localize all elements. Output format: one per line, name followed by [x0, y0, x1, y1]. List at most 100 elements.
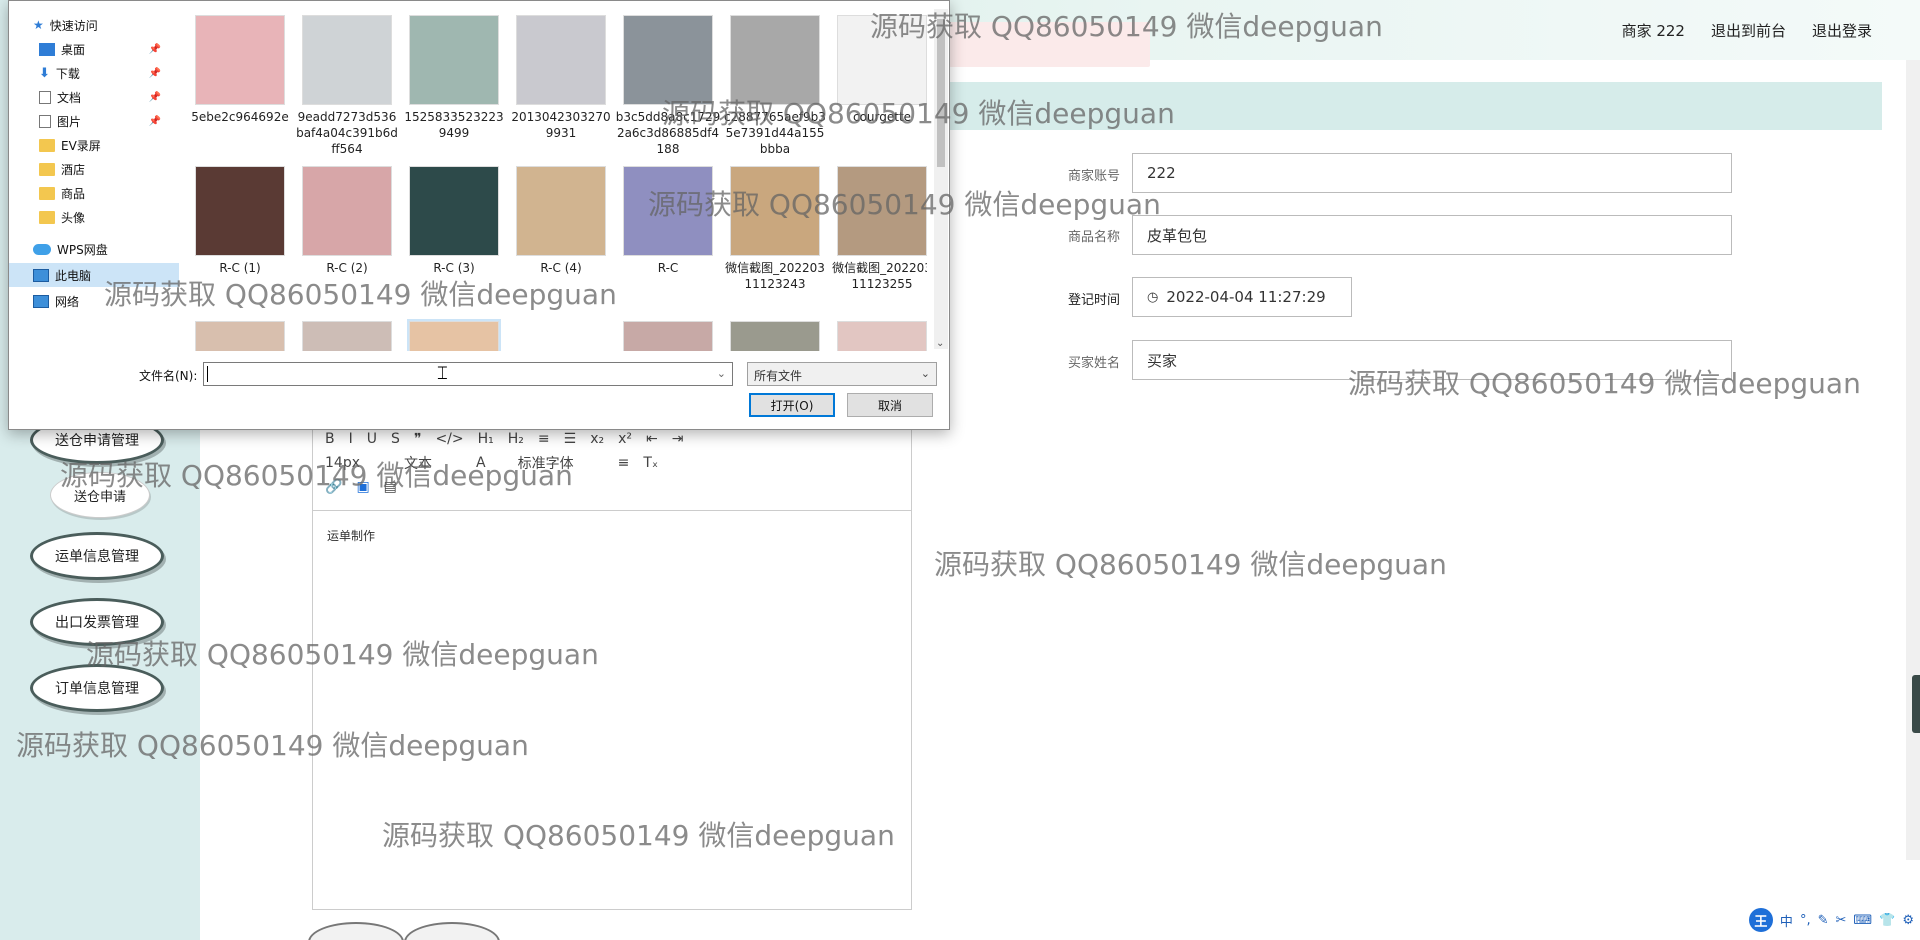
- file-thumbnail[interactable]: [302, 321, 392, 351]
- folder-icon: [39, 162, 55, 176]
- bullet-list-icon[interactable]: ☰: [564, 431, 577, 447]
- nav-item-8[interactable]: 头像: [9, 205, 179, 229]
- folder-icon: [39, 186, 55, 200]
- ime-scissors-icon[interactable]: ✂: [1835, 913, 1846, 928]
- star-icon: ★: [33, 18, 44, 32]
- clear-format-icon[interactable]: Tₓ: [643, 455, 658, 471]
- ime-toolbar: 王 中 °, ✎ ✂ ⌨ 👕 ⚙: [1748, 908, 1914, 932]
- file-item[interactable]: R-C (4): [508, 166, 614, 276]
- editor-toolbar-row-1: B I U S ❞ </> H₁ H₂ ≡ ☰ x₂ x² ⇤ ⇥: [325, 427, 899, 451]
- register-time-field[interactable]: ◷ 2022-04-04 11:27:29: [1132, 277, 1352, 317]
- file-thumbnail: [302, 166, 392, 256]
- merchant-account-field[interactable]: 222: [1132, 153, 1732, 193]
- watermark: 源码获取 QQ86050149 微信deepguan: [662, 97, 1175, 130]
- nav-item-label: 桌面: [61, 42, 86, 57]
- ime-mode-icon[interactable]: 中: [1780, 911, 1793, 930]
- outdent-icon[interactable]: ⇤: [646, 431, 658, 447]
- cancel-button[interactable]: 取消: [847, 393, 933, 417]
- file-item[interactable]: 20130423032709931: [508, 15, 614, 141]
- file-thumbnail[interactable]: [195, 321, 285, 351]
- desktop-icon: [39, 42, 55, 56]
- logout-link[interactable]: 退出登录: [1812, 20, 1872, 41]
- product-name-field[interactable]: 皮革包包: [1132, 215, 1732, 255]
- h1-icon[interactable]: H₁: [478, 431, 494, 447]
- ime-skin-icon[interactable]: 👕: [1879, 913, 1895, 928]
- editor-content[interactable]: 运单制作: [313, 511, 911, 560]
- chevron-down-icon[interactable]: ⌄: [717, 367, 726, 380]
- side-tab-handle[interactable]: [1912, 675, 1920, 733]
- subscript-icon[interactable]: x₂: [590, 431, 604, 447]
- file-thumbnail[interactable]: [837, 321, 927, 351]
- page-scrollbar[interactable]: [1906, 60, 1920, 860]
- nav-item-label: 网络: [55, 294, 80, 309]
- file-item[interactable]: R-C (3): [401, 166, 507, 276]
- file-thumbnail[interactable]: [623, 321, 713, 351]
- document-icon: [39, 90, 51, 104]
- italic-icon[interactable]: I: [349, 431, 353, 447]
- file-thumbnail: [516, 15, 606, 105]
- file-item[interactable]: R-C (2): [294, 166, 400, 276]
- align-icon[interactable]: ≡: [618, 455, 630, 471]
- clock-icon: ◷: [1147, 289, 1159, 305]
- quote-icon[interactable]: ❞: [414, 431, 422, 447]
- nav-item-2[interactable]: ⬇ 下载 📌: [9, 61, 179, 85]
- nav-item-1[interactable]: 桌面 📌: [9, 37, 179, 61]
- code-icon[interactable]: </>: [435, 431, 463, 447]
- dialog-scrollbar[interactable]: ⌄: [934, 9, 948, 349]
- sidebar-item-label: 订单信息管理: [55, 681, 139, 697]
- nav-item-label: WPS网盘: [57, 242, 108, 257]
- ime-keyboard-icon[interactable]: ⌨: [1853, 913, 1872, 928]
- filename-input[interactable]: ⌄: [203, 362, 733, 386]
- watermark: 源码获取 QQ86050149 微信deepguan: [382, 819, 895, 852]
- pin-icon[interactable]: 📌: [149, 92, 161, 103]
- computer-icon: [33, 268, 49, 282]
- file-item[interactable]: c2887765aef9b35e7391d44a155bbba: [722, 15, 828, 157]
- nav-item-9[interactable]: WPS网盘: [9, 237, 179, 261]
- file-item[interactable]: 9eadd7273d536baf4a04c391b6dff564: [294, 15, 400, 157]
- ordered-list-icon[interactable]: ≡: [538, 431, 550, 447]
- nav-item-4[interactable]: 图片 📌: [9, 109, 179, 133]
- back-to-front-link[interactable]: 退出到前台: [1711, 20, 1786, 41]
- underline-icon[interactable]: U: [367, 431, 377, 447]
- nav-item-5[interactable]: EV录屏: [9, 133, 179, 157]
- pin-icon[interactable]: 📌: [149, 44, 161, 55]
- merchant-account-label: 商家账号: [1067, 169, 1120, 184]
- scroll-down-icon[interactable]: ⌄: [936, 338, 944, 349]
- superscript-icon[interactable]: x²: [618, 431, 632, 447]
- file-thumbnail[interactable]: [407, 319, 501, 351]
- cancel-form-button[interactable]: [404, 922, 500, 940]
- nav-item-0[interactable]: ★ 快速访问: [9, 13, 179, 37]
- ime-settings-icon[interactable]: ⚙: [1902, 913, 1914, 928]
- ime-punct-icon[interactable]: °,: [1800, 913, 1811, 928]
- pin-icon[interactable]: 📌: [149, 68, 161, 79]
- h2-icon[interactable]: H₂: [508, 431, 524, 447]
- cloud-icon: [33, 243, 51, 255]
- nav-item-6[interactable]: 酒店: [9, 157, 179, 181]
- folder-icon: [39, 210, 55, 224]
- file-item[interactable]: 5ebe2c964692e: [187, 15, 293, 125]
- filetype-select[interactable]: 所有文件 ⌄: [747, 362, 937, 386]
- nav-item-7[interactable]: 商品: [9, 181, 179, 205]
- nav-item-3[interactable]: 文档 📌: [9, 85, 179, 109]
- user-label: 商家 222: [1621, 22, 1685, 40]
- watermark: 源码获取 QQ86050149 微信deepguan: [86, 638, 599, 671]
- file-thumbnail[interactable]: [730, 321, 820, 351]
- bold-icon[interactable]: B: [325, 431, 335, 447]
- strike-icon[interactable]: S: [391, 431, 400, 447]
- open-button[interactable]: 打开(O): [749, 393, 835, 417]
- file-thumbnail: [302, 15, 392, 105]
- download-icon: ⬇: [39, 65, 50, 81]
- sidebar-item-waybill-manage[interactable]: 运单信息管理: [30, 532, 164, 580]
- file-item[interactable]: b3c5dd8a8c17292a6c3d86885df4188: [615, 15, 721, 157]
- file-item[interactable]: 15258335232239499: [401, 15, 507, 141]
- filename-label: 文件名(N):: [139, 369, 198, 383]
- ime-logo-icon[interactable]: 王: [1748, 908, 1773, 932]
- indent-icon[interactable]: ⇥: [672, 431, 684, 447]
- ime-pen-icon[interactable]: ✎: [1818, 913, 1829, 928]
- file-item[interactable]: R-C (1): [187, 166, 293, 276]
- pin-icon[interactable]: 📌: [149, 116, 161, 127]
- submit-button[interactable]: [308, 922, 404, 940]
- watermark: 源码获取 QQ86050149 微信deepguan: [934, 548, 1447, 581]
- watermark: 源码获取 QQ86050149 微信deepguan: [1348, 367, 1861, 400]
- watermark: 源码获取 QQ86050149 微信deepguan: [104, 278, 617, 311]
